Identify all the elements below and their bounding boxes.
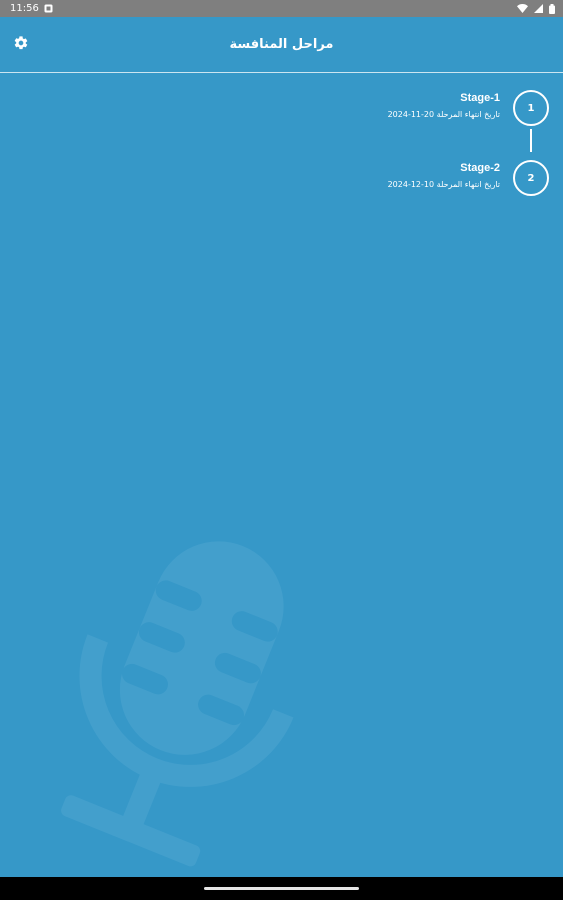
navigation-bar	[0, 877, 563, 900]
stage-number: 2	[527, 172, 535, 184]
page-title: مراحل المنافسة	[229, 37, 334, 52]
stage-number: 1	[527, 102, 535, 114]
stage-name: Stage-2	[460, 162, 500, 174]
stage-connector-line	[530, 129, 532, 152]
stages-list: 1 Stage-1 تاريخ انتهاء المرحلة 20-11-202…	[189, 88, 549, 228]
status-right	[517, 3, 555, 14]
stage-name: Stage-1	[460, 92, 500, 104]
stage-end-date-label: تاريخ انتهاء المرحلة	[436, 110, 500, 119]
status-left: 11:56	[10, 3, 53, 14]
settings-button[interactable]	[12, 36, 30, 54]
stage-info: Stage-1 تاريخ انتهاء المرحلة 20-11-2024	[388, 92, 500, 122]
status-time: 11:56	[10, 3, 39, 14]
signal-icon	[534, 4, 543, 13]
battery-icon	[549, 3, 555, 14]
app-bar: مراحل المنافسة	[0, 17, 563, 73]
stage-item[interactable]: 1 Stage-1 تاريخ انتهاء المرحلة 20-11-202…	[189, 88, 549, 158]
status-bar: 11:56	[0, 0, 563, 17]
stage-end-date-label: تاريخ انتهاء المرحلة	[436, 180, 500, 189]
stage-end-date-value: 10-12-2024	[387, 180, 435, 189]
stage-number-badge: 2	[513, 160, 549, 196]
stage-end-date: تاريخ انتهاء المرحلة 20-11-2024	[388, 108, 500, 122]
stage-end-date: تاريخ انتهاء المرحلة 10-12-2024	[388, 178, 500, 192]
wifi-icon	[517, 4, 528, 13]
notification-icon	[44, 4, 53, 13]
microphone-icon	[20, 520, 320, 880]
stage-item[interactable]: 2 Stage-2 تاريخ انتهاء المرحلة 10-12-202…	[189, 158, 549, 228]
home-handle[interactable]	[204, 887, 359, 890]
stage-end-date-value: 20-11-2024	[387, 110, 435, 119]
gear-icon	[13, 35, 29, 55]
stage-number-badge: 1	[513, 90, 549, 126]
stage-info: Stage-2 تاريخ انتهاء المرحلة 10-12-2024	[388, 162, 500, 192]
